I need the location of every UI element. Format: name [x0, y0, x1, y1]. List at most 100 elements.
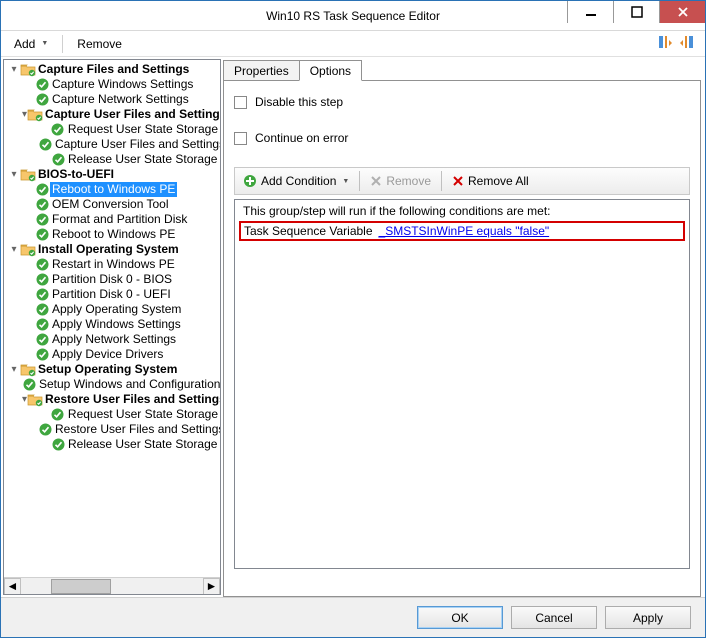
window-title: Win10 RS Task Sequence Editor [266, 9, 440, 23]
scroll-thumb[interactable] [51, 579, 111, 594]
tree-item-label: Install Operating System [36, 242, 181, 257]
minimize-button[interactable] [567, 1, 613, 23]
plus-icon [243, 174, 257, 188]
chevron-down-icon: ▼ [342, 178, 349, 185]
tree-group[interactable]: ▾Capture User Files and Settings [4, 107, 220, 122]
tree-item-label: Partition Disk 0 - UEFI [50, 287, 173, 302]
remove-all-conditions-button[interactable]: Remove All [448, 172, 533, 190]
tree-item-label: Restart in Windows PE [50, 257, 177, 272]
tree-item-label: Capture User Files and Settings [43, 107, 220, 122]
x-icon [452, 175, 464, 187]
tree-item-label: Capture Windows Settings [50, 77, 195, 92]
success-check-icon [34, 272, 50, 287]
success-check-icon [34, 182, 50, 197]
tree-item-label: Apply Windows Settings [50, 317, 183, 332]
scroll-right-arrow[interactable]: ► [203, 578, 220, 595]
toolbar-separator [441, 171, 442, 191]
window-buttons [567, 1, 705, 30]
tree-step[interactable]: Partition Disk 0 - UEFI [4, 287, 220, 302]
success-check-icon [34, 227, 50, 242]
tree-step[interactable]: Capture Windows Settings [4, 77, 220, 92]
cancel-button[interactable]: Cancel [511, 606, 597, 629]
task-sequence-tree[interactable]: ▾ Capture Files and SettingsCapture Windo… [4, 60, 220, 577]
remove-all-label: Remove All [468, 174, 529, 188]
tree-step[interactable]: Partition Disk 0 - BIOS [4, 272, 220, 287]
condition-rule-link[interactable]: _SMSTSInWinPE equals "false" [379, 224, 550, 238]
tree-item-label: OEM Conversion Tool [50, 197, 171, 212]
add-condition-button[interactable]: Add Condition ▼ [239, 172, 353, 190]
horizontal-scrollbar[interactable]: ◄ ► [4, 577, 220, 594]
tree-step[interactable]: Request User State Storage [4, 407, 220, 422]
tree-step[interactable]: Format and Partition Disk [4, 212, 220, 227]
tree-item-label: Capture Files and Settings [36, 62, 191, 77]
tree-group[interactable]: ▾ Install Operating System [4, 242, 220, 257]
toolbar-icons [657, 34, 701, 53]
maximize-button[interactable] [613, 1, 659, 23]
tab-properties[interactable]: Properties [223, 60, 300, 81]
continue-on-error-checkbox[interactable] [234, 132, 247, 145]
tree-step[interactable]: Restore User Files and Settings [4, 422, 220, 437]
success-check-icon [34, 302, 50, 317]
tree-step[interactable]: Apply Network Settings [4, 332, 220, 347]
tree-step[interactable]: OEM Conversion Tool [4, 197, 220, 212]
condition-rule-prefix: Task Sequence Variable [244, 224, 373, 238]
apply-button[interactable]: Apply [605, 606, 691, 629]
tree-step[interactable]: Request User State Storage [4, 122, 220, 137]
tree-item-label: BIOS-to-UEFI [36, 167, 116, 182]
remove-condition-button[interactable]: Remove [366, 172, 435, 190]
conditions-toolbar: Add Condition ▼ Remove Remove All [234, 167, 690, 195]
tree-item-label: Capture Network Settings [50, 92, 191, 107]
tree-step[interactable]: Capture User Files and Settings [4, 137, 220, 152]
tree-item-label: Restore User Files and Settings [53, 422, 220, 437]
tree-item-label: Setup Windows and Configuration Manager [37, 377, 220, 392]
tree-item-label: Reboot to Windows PE [50, 227, 177, 242]
title-bar: Win10 RS Task Sequence Editor [1, 1, 705, 31]
task-sequence-tree-pane: ▾ Capture Files and SettingsCapture Windo… [3, 59, 221, 595]
tree-step[interactable]: Apply Operating System [4, 302, 220, 317]
conditions-list[interactable]: This group/step will run if the followin… [234, 199, 690, 569]
expand-toggle[interactable]: ▾ [8, 62, 20, 77]
tree-step[interactable]: Apply Device Drivers [4, 347, 220, 362]
tree-group[interactable]: ▾Setup Operating System [4, 362, 220, 377]
scroll-left-arrow[interactable]: ◄ [4, 578, 21, 595]
tree-group[interactable]: ▾ BIOS-to-UEFI [4, 167, 220, 182]
success-check-icon [34, 77, 50, 92]
success-check-icon [34, 287, 50, 302]
action-icon-2[interactable] [679, 34, 695, 53]
tree-item-label: Format and Partition Disk [50, 212, 189, 227]
folder-icon [20, 167, 36, 182]
success-check-icon [34, 332, 50, 347]
close-button[interactable] [659, 1, 705, 23]
expand-toggle[interactable]: ▾ [8, 167, 20, 182]
toolbar: Add ▼ Remove [1, 31, 705, 57]
tree-step[interactable]: Restart in Windows PE [4, 257, 220, 272]
tree-step[interactable]: Reboot to Windows PE [4, 182, 220, 197]
details-pane: Properties Options Disable this step Con… [223, 57, 705, 597]
tree-step[interactable]: Setup Windows and Configuration Manager [4, 377, 220, 392]
tree-step[interactable]: Capture Network Settings [4, 92, 220, 107]
folder-icon [20, 362, 36, 377]
tree-item-label: Restore User Files and Settings [43, 392, 220, 407]
content-area: ▾ Capture Files and SettingsCapture Windo… [1, 57, 705, 597]
success-check-icon [50, 152, 66, 167]
tab-options[interactable]: Options [299, 60, 362, 81]
tree-step[interactable]: Reboot to Windows PE [4, 227, 220, 242]
tree-step[interactable]: Release User State Storage [4, 152, 220, 167]
toolbar-separator [62, 35, 63, 53]
action-icon-1[interactable] [657, 34, 673, 53]
expand-toggle[interactable]: ▾ [8, 242, 20, 257]
x-icon [370, 175, 382, 187]
tree-group[interactable]: ▾Restore User Files and Settings [4, 392, 220, 407]
expand-toggle[interactable]: ▾ [8, 362, 20, 377]
remove-button[interactable]: Remove [68, 33, 131, 55]
condition-rule[interactable]: Task Sequence Variable _SMSTSInWinPE equ… [239, 221, 685, 241]
success-check-icon [38, 137, 53, 152]
disable-step-checkbox[interactable] [234, 96, 247, 109]
ok-button[interactable]: OK [417, 606, 503, 629]
tree-step[interactable]: Release User State Storage [4, 437, 220, 452]
tree-group[interactable]: ▾ Capture Files and Settings [4, 62, 220, 77]
success-check-icon [34, 317, 50, 332]
tree-item-label: Release User State Storage [66, 437, 219, 452]
tree-step[interactable]: Apply Windows Settings [4, 317, 220, 332]
add-menu[interactable]: Add ▼ [5, 33, 57, 55]
